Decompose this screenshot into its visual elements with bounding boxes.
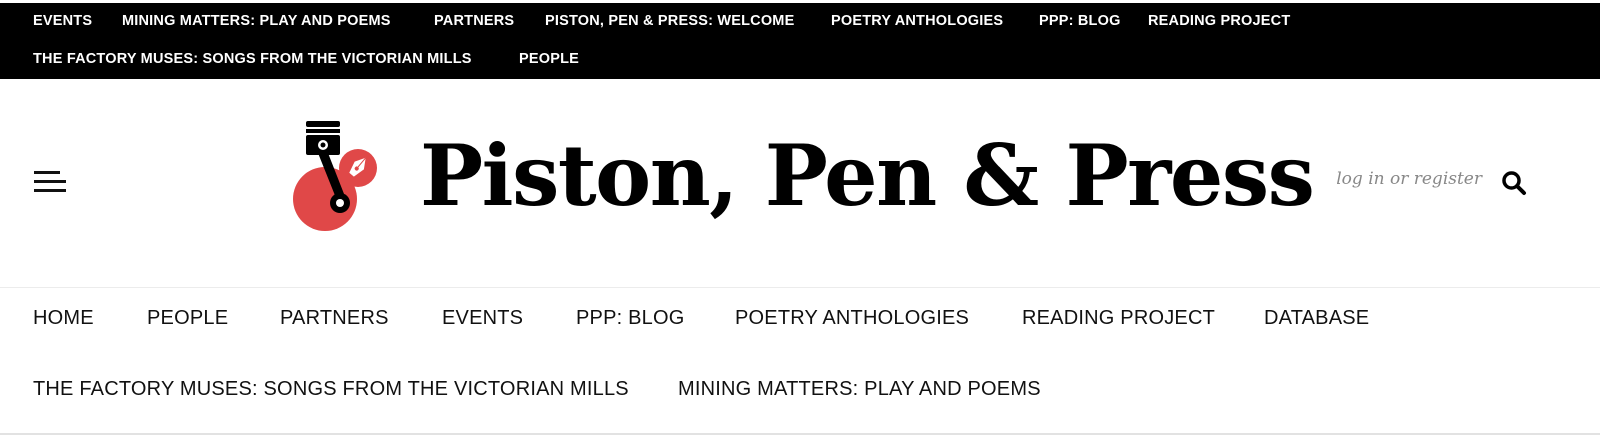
top-menu-item-poetry-anthologies[interactable]: POETRY ANTHOLOGIES: [831, 13, 1003, 30]
nav-item-database[interactable]: DATABASE: [1264, 306, 1369, 330]
nav-item-ppp-blog[interactable]: PPP: BLOG: [576, 306, 685, 330]
nav-item-partners[interactable]: PARTNERS: [280, 306, 389, 330]
hamburger-menu-icon[interactable]: [34, 171, 66, 195]
nav-item-home[interactable]: HOME: [33, 306, 94, 330]
site-title[interactable]: Piston, Pen & Press: [420, 121, 1315, 231]
nav-item-poetry-anthologies[interactable]: POETRY ANTHOLOGIES: [735, 306, 969, 330]
nav-item-mining-matters[interactable]: MINING MATTERS: PLAY AND POEMS: [678, 377, 1041, 401]
nav-item-events[interactable]: EVENTS: [442, 306, 523, 330]
top-menu-item-welcome[interactable]: PISTON, PEN & PRESS: WELCOME: [545, 13, 794, 30]
top-menu-item-mining-matters[interactable]: MINING MATTERS: PLAY AND POEMS: [122, 13, 391, 30]
bottom-divider: [0, 433, 1600, 435]
top-menu-item-partners[interactable]: PARTNERS: [434, 13, 514, 30]
top-menu-item-people[interactable]: PEOPLE: [519, 51, 579, 68]
site-header: Piston, Pen & Press log in or register: [0, 79, 1600, 288]
top-menu-item-ppp-blog[interactable]: PPP: BLOG: [1039, 13, 1121, 30]
nav-item-people[interactable]: PEOPLE: [147, 306, 228, 330]
top-menu-item-factory-muses[interactable]: THE FACTORY MUSES: SONGS FROM THE VICTOR…: [33, 51, 472, 68]
piston-pen-logo-icon[interactable]: [292, 121, 384, 233]
top-menu-item-reading-project[interactable]: READING PROJECT: [1148, 13, 1290, 30]
top-menu-item-events[interactable]: EVENTS: [33, 13, 92, 30]
nav-item-factory-muses[interactable]: THE FACTORY MUSES: SONGS FROM THE VICTOR…: [33, 377, 629, 401]
login-register-link[interactable]: log in or register: [1336, 169, 1482, 189]
nav-item-reading-project[interactable]: READING PROJECT: [1022, 306, 1215, 330]
search-icon[interactable]: [1500, 169, 1528, 197]
main-navigation: HOME PEOPLE PARTNERS EVENTS PPP: BLOG PO…: [0, 288, 1600, 433]
top-menu-bar: EVENTS MINING MATTERS: PLAY AND POEMS PA…: [0, 3, 1600, 79]
